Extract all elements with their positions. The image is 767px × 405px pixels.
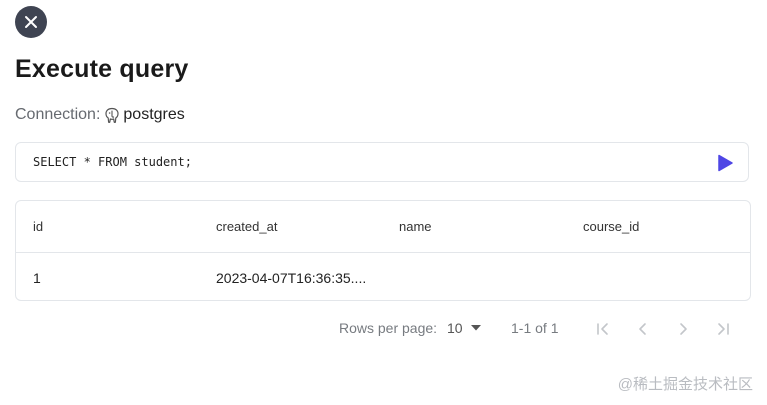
column-header-id[interactable]: id [33,201,43,252]
table-header-row: id created_at name course_id [16,201,750,253]
run-query-button[interactable] [716,154,734,172]
page-title: Execute query [15,55,189,83]
caret-down-icon [470,325,481,331]
first-page-button[interactable] [593,319,613,339]
query-editor[interactable]: SELECT * FROM student; [15,142,749,182]
pagination: Rows per page: 10 1-1 of 1 [0,318,767,340]
last-page-icon [718,323,729,335]
table-row: 1 2023-04-07T16:36:35.... [16,253,750,300]
connection-info: Connection: postgres [15,104,185,126]
query-text[interactable]: SELECT * FROM student; [33,155,192,169]
next-page-button[interactable] [673,319,693,339]
results-table: id created_at name course_id 1 2023-04-0… [15,200,751,301]
prev-page-icon [639,323,646,335]
column-header-course-id[interactable]: course_id [583,201,639,252]
connection-label: Connection: [15,106,101,123]
rows-per-page-value: 10 [447,320,463,336]
connection-name: postgres [123,106,185,123]
play-icon [718,154,733,172]
column-header-name[interactable]: name [399,201,432,252]
watermark: @稀土掘金技术社区 [617,376,753,393]
close-icon [25,16,37,28]
next-page-icon [680,323,687,335]
last-page-button[interactable] [713,319,733,339]
close-button[interactable] [15,6,47,38]
column-header-created-at[interactable]: created_at [216,201,277,252]
prev-page-button[interactable] [633,319,653,339]
postgres-elephant-icon [104,107,120,124]
table-cell-created-at: 2023-04-07T16:36:35.... [216,270,367,286]
first-page-icon [597,323,608,335]
rows-per-page-label: Rows per page: [339,320,438,336]
page-range-label: 1-1 of 1 [511,320,559,336]
table-cell-id: 1 [33,270,41,286]
rows-per-page-select[interactable]: 10 [447,320,481,336]
